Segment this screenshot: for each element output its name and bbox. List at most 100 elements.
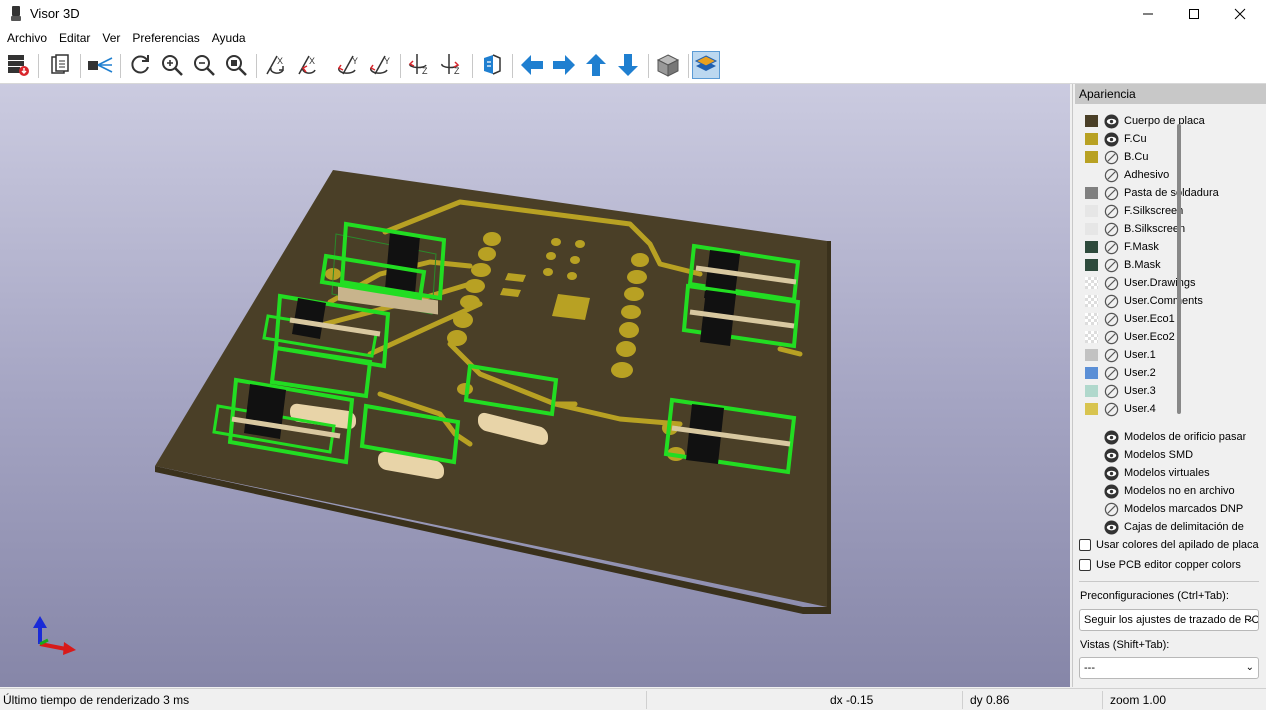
- layer-row[interactable]: User.1: [1073, 346, 1253, 364]
- model-row[interactable]: Modelos virtuales: [1073, 464, 1253, 482]
- layer-color-swatch[interactable]: [1085, 223, 1098, 235]
- rotate-y-ccw-button[interactable]: Y: [366, 51, 394, 79]
- rotate-x-ccw-button[interactable]: X: [294, 51, 322, 79]
- layer-color-swatch[interactable]: [1085, 241, 1098, 253]
- 3d-viewport[interactable]: [0, 84, 1070, 687]
- menu-editar[interactable]: Editar: [53, 28, 96, 48]
- hidden-icon[interactable]: [1104, 330, 1119, 345]
- hidden-icon[interactable]: [1104, 186, 1119, 201]
- layer-color-swatch[interactable]: [1085, 133, 1098, 145]
- eye-icon[interactable]: [1104, 429, 1119, 445]
- layer-row[interactable]: User.2: [1073, 364, 1253, 382]
- zoom-out-button[interactable]: [190, 51, 218, 79]
- maximize-button[interactable]: [1171, 0, 1217, 28]
- hidden-icon[interactable]: [1104, 276, 1119, 291]
- minimize-button[interactable]: [1125, 0, 1171, 28]
- layers-panel-button[interactable]: [692, 51, 720, 79]
- layer-color-swatch[interactable]: [1085, 403, 1098, 415]
- layer-row[interactable]: Pasta de soldadura: [1073, 184, 1253, 202]
- layer-row[interactable]: User.Drawings: [1073, 274, 1253, 292]
- layer-row[interactable]: User.Comments: [1073, 292, 1253, 310]
- eye-icon[interactable]: [1104, 131, 1119, 147]
- presets-dropdown[interactable]: Seguir los ajustes de trazado de PCB ⌄: [1079, 609, 1259, 631]
- copy-clipboard-button[interactable]: [46, 51, 74, 79]
- hidden-icon[interactable]: [1104, 402, 1119, 417]
- layer-color-swatch[interactable]: [1085, 367, 1098, 379]
- layer-row[interactable]: F.Cu: [1073, 130, 1253, 148]
- eye-icon[interactable]: [1104, 483, 1119, 499]
- hidden-icon[interactable]: [1104, 168, 1119, 183]
- layer-row[interactable]: B.Silkscreen: [1073, 220, 1253, 238]
- move-right-button[interactable]: [550, 51, 578, 79]
- layer-color-swatch[interactable]: [1085, 187, 1098, 199]
- hidden-icon[interactable]: [1104, 384, 1119, 399]
- layer-color-swatch[interactable]: [1085, 205, 1098, 217]
- zoom-in-button[interactable]: [158, 51, 186, 79]
- layer-color-swatch[interactable]: [1085, 331, 1098, 343]
- hidden-icon[interactable]: [1104, 240, 1119, 255]
- stackup-colors-checkbox[interactable]: [1079, 539, 1091, 551]
- rotate-x-cw-button[interactable]: X: [262, 51, 290, 79]
- menu-ayuda[interactable]: Ayuda: [206, 28, 252, 48]
- layer-color-swatch[interactable]: [1085, 385, 1098, 397]
- close-button[interactable]: [1217, 0, 1263, 28]
- move-left-button[interactable]: [518, 51, 546, 79]
- layer-color-swatch[interactable]: [1085, 313, 1098, 325]
- layer-row[interactable]: User.4: [1073, 400, 1253, 418]
- hidden-icon[interactable]: [1104, 150, 1119, 165]
- hidden-icon[interactable]: [1104, 258, 1119, 273]
- copper-colors-checkbox-row[interactable]: Use PCB editor copper colors: [1079, 557, 1263, 573]
- layer-row[interactable]: User.3: [1073, 382, 1253, 400]
- rotate-z-ccw-button[interactable]: Z: [438, 51, 466, 79]
- export-image-button[interactable]: [4, 51, 32, 79]
- eye-icon[interactable]: [1104, 519, 1119, 535]
- layer-row[interactable]: User.Eco1: [1073, 310, 1253, 328]
- flip-board-button[interactable]: [478, 51, 506, 79]
- layer-row[interactable]: F.Silkscreen: [1073, 202, 1253, 220]
- menu-archivo[interactable]: Archivo: [1, 28, 53, 48]
- eye-icon[interactable]: [1104, 447, 1119, 463]
- layer-color-swatch[interactable]: [1085, 151, 1098, 163]
- rotate-y-cw-button[interactable]: Y: [334, 51, 362, 79]
- zoom-fit-button[interactable]: [222, 51, 250, 79]
- layer-color-swatch[interactable]: [1085, 169, 1098, 181]
- layer-color-swatch[interactable]: [1085, 295, 1098, 307]
- layer-row[interactable]: Cuerpo de placa: [1073, 112, 1253, 130]
- layer-color-swatch[interactable]: [1085, 277, 1098, 289]
- layer-list-scrollbar[interactable]: [1177, 124, 1181, 414]
- raytrace-button[interactable]: [86, 51, 114, 79]
- hidden-icon[interactable]: [1104, 204, 1119, 219]
- layer-row[interactable]: B.Mask: [1073, 256, 1253, 274]
- move-down-button[interactable]: [614, 51, 642, 79]
- layer-row[interactable]: B.Cu: [1073, 148, 1253, 166]
- model-row[interactable]: Modelos no en archivo: [1073, 482, 1253, 500]
- orthographic-button[interactable]: [654, 51, 682, 79]
- model-row[interactable]: Modelos de orificio pasante: [1073, 428, 1253, 446]
- model-row[interactable]: Modelos marcados DNP: [1073, 500, 1253, 518]
- hidden-icon[interactable]: [1104, 294, 1119, 309]
- stackup-colors-checkbox-row[interactable]: Usar colores del apilado de placa: [1079, 537, 1263, 553]
- model-row[interactable]: Cajas de delimitación de modelos: [1073, 518, 1253, 536]
- hidden-icon[interactable]: [1104, 366, 1119, 381]
- move-up-button[interactable]: [582, 51, 610, 79]
- eye-icon[interactable]: [1104, 465, 1119, 481]
- layer-color-swatch[interactable]: [1085, 115, 1098, 127]
- refresh-button[interactable]: [126, 51, 154, 79]
- model-row[interactable]: Modelos SMD: [1073, 446, 1253, 464]
- views-dropdown[interactable]: --- ⌄: [1079, 657, 1259, 679]
- layer-color-swatch[interactable]: [1085, 349, 1098, 361]
- copper-colors-checkbox[interactable]: [1079, 559, 1091, 571]
- layer-row[interactable]: Adhesivo: [1073, 166, 1253, 184]
- menu-preferencias[interactable]: Preferencias: [126, 28, 205, 48]
- menu-ver[interactable]: Ver: [96, 28, 126, 48]
- hidden-icon[interactable]: [1104, 348, 1119, 363]
- layer-color-swatch[interactable]: [1085, 259, 1098, 271]
- views-value: ---: [1084, 662, 1095, 674]
- layer-row[interactable]: F.Mask: [1073, 238, 1253, 256]
- eye-icon[interactable]: [1104, 113, 1119, 129]
- hidden-icon[interactable]: [1104, 502, 1119, 517]
- layer-row[interactable]: User.Eco2: [1073, 328, 1253, 346]
- hidden-icon[interactable]: [1104, 312, 1119, 327]
- hidden-icon[interactable]: [1104, 222, 1119, 237]
- rotate-z-cw-button[interactable]: Z: [406, 51, 434, 79]
